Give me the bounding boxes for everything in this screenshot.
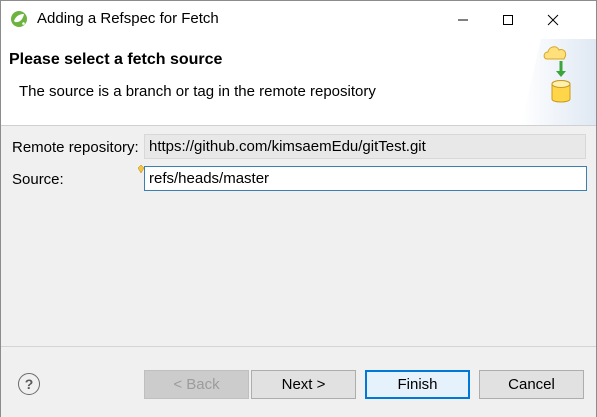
finish-button[interactable]: Finish <box>365 370 470 399</box>
dialog-window: Adding a Refspec for Fetch Please select… <box>0 0 597 417</box>
banner-description: The source is a branch or tag in the rem… <box>19 83 376 100</box>
title-bar: Adding a Refspec for Fetch <box>1 1 596 39</box>
form-area <box>1 126 596 346</box>
help-icon: ? <box>24 376 34 392</box>
window-title: Adding a Refspec for Fetch <box>37 10 219 27</box>
back-button[interactable]: < Back <box>144 370 249 399</box>
maximize-button[interactable] <box>486 1 530 39</box>
close-icon <box>547 14 559 26</box>
cloud-download-database-icon <box>521 39 596 125</box>
minimize-button[interactable] <box>441 1 485 39</box>
remote-repository-label: Remote repository: <box>12 139 139 156</box>
help-button[interactable]: ? <box>18 373 40 395</box>
maximize-icon <box>503 15 513 25</box>
source-input[interactable] <box>144 166 587 191</box>
next-button[interactable]: Next > <box>251 370 356 399</box>
minimize-icon <box>458 19 468 21</box>
banner-title: Please select a fetch source <box>9 51 223 68</box>
wizard-banner: Please select a fetch source The source … <box>1 39 596 125</box>
close-button[interactable] <box>531 1 575 39</box>
source-label: Source: <box>12 171 64 188</box>
remote-repository-field: https://github.com/kimsaemEdu/gitTest.gi… <box>144 134 586 159</box>
eclipse-spring-icon <box>11 11 27 27</box>
cancel-button[interactable]: Cancel <box>479 370 584 399</box>
